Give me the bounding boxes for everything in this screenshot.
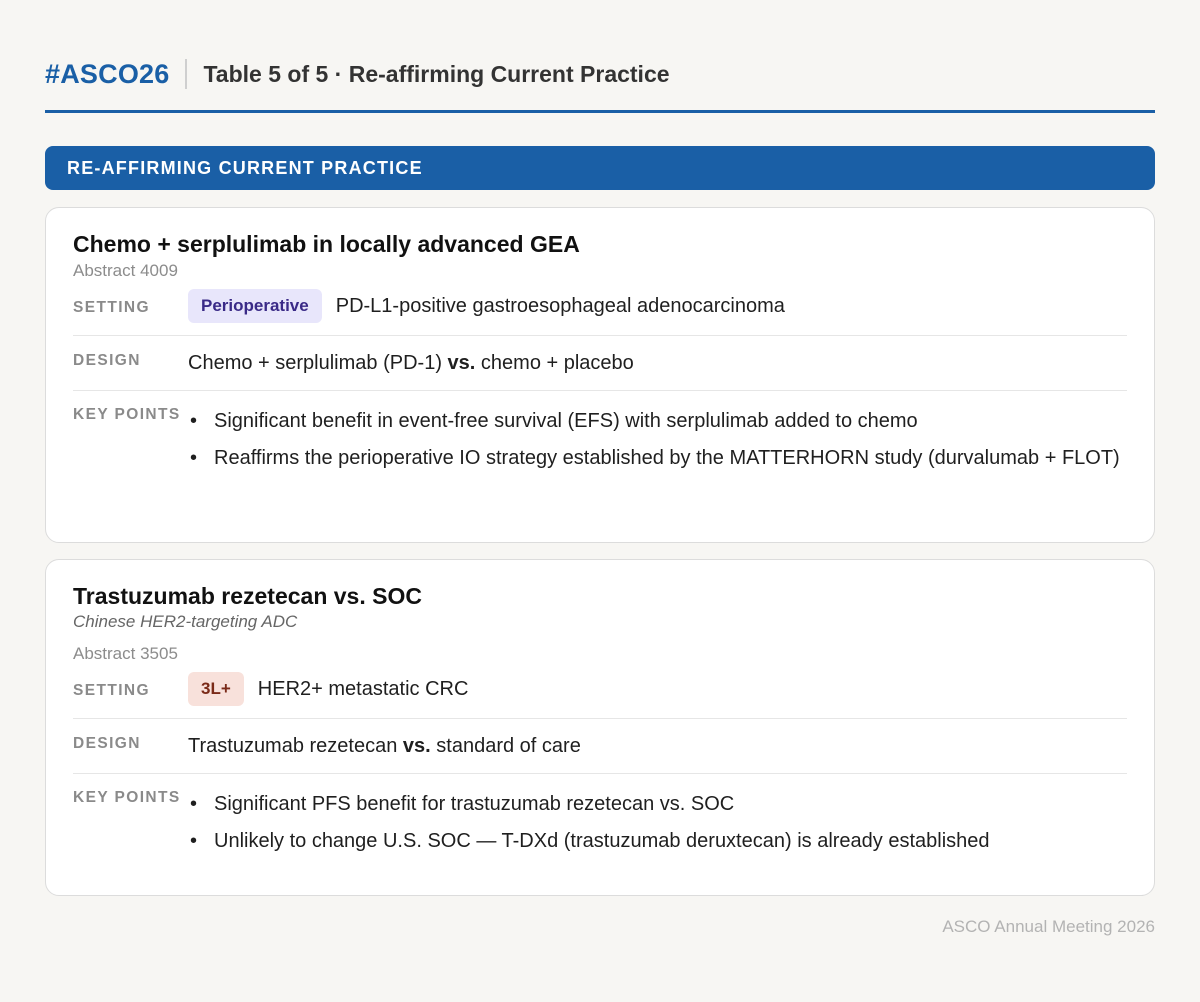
trial-card-trastuzumab-rezetecan: Trastuzumab rezetecan vs. SOC Chinese HE…: [45, 559, 1155, 896]
header-rule: [45, 110, 1155, 113]
trial-card-serplulimab: Chemo + serplulimab in locally advanced …: [45, 207, 1155, 543]
design-label: DESIGN: [73, 735, 141, 752]
design-arm-a: Trastuzumab rezetecan: [188, 735, 398, 757]
abstract-number: Abstract 3505: [73, 644, 178, 663]
abstract-number: Abstract 4009: [73, 261, 178, 280]
key-points-list: Significant benefit in event-free surviv…: [188, 405, 1120, 479]
key-points-row: KEY POINTS Significant PFS benefit for t…: [73, 774, 1127, 862]
design-arm-b: standard of care: [436, 735, 581, 757]
design-text: Chemo + serplulimab (PD-1) vs. chemo + p…: [188, 350, 634, 376]
hashtag-brand: #ASCO26: [45, 58, 170, 89]
design-vs: vs.: [402, 735, 431, 757]
key-point-item: Reaffirms the perioperative IO strategy …: [188, 442, 1120, 474]
key-point-item: Significant benefit in event-free surviv…: [188, 405, 1120, 437]
header-divider: [185, 59, 188, 89]
key-points-label: KEY POINTS: [73, 406, 181, 423]
card-subtitle: Chinese HER2-targeting ADC: [73, 612, 298, 631]
key-points-row: KEY POINTS Significant benefit in event-…: [73, 391, 1127, 479]
setting-badge: Perioperative: [188, 289, 322, 323]
setting-text: PD-L1-positive gastroesophageal adenocar…: [335, 295, 785, 317]
setting-badge: 3L+: [188, 672, 244, 706]
key-point-item: Significant PFS benefit for trastuzumab …: [188, 788, 990, 820]
page-header: #ASCO26 Table 5 of 5 · Re-affirming Curr…: [45, 56, 1155, 92]
design-row: DESIGN Chemo + serplulimab (PD-1) vs. ch…: [73, 336, 1127, 391]
design-vs: vs.: [447, 352, 476, 374]
key-points-label: KEY POINTS: [73, 789, 181, 806]
setting-text: HER2+ metastatic CRC: [257, 678, 469, 700]
setting-row: SETTING 3L+ HER2+ metastatic CRC: [73, 665, 1127, 719]
page-title: Table 5 of 5 · Re-affirming Current Prac…: [203, 60, 670, 87]
design-row: DESIGN Trastuzumab rezetecan vs. standar…: [73, 719, 1127, 774]
design-text: Trastuzumab rezetecan vs. standard of ca…: [188, 733, 581, 759]
key-point-item: Unlikely to change U.S. SOC — T-DXd (tra…: [188, 825, 990, 857]
section-banner: RE-AFFIRMING CURRENT PRACTICE: [45, 146, 1155, 190]
card-title: Chemo + serplulimab in locally advanced …: [73, 231, 580, 257]
design-arm-b: chemo + placebo: [480, 352, 634, 374]
footer-text: ASCO Annual Meeting 2026: [942, 917, 1155, 936]
key-points-list: Significant PFS benefit for trastuzumab …: [188, 788, 990, 862]
design-label: DESIGN: [73, 352, 141, 369]
setting-label: SETTING: [73, 682, 150, 699]
setting-row: SETTING Perioperative PD-L1-positive gas…: [73, 282, 1127, 336]
design-arm-a: Chemo + serplulimab (PD-1): [188, 352, 442, 374]
setting-label: SETTING: [73, 299, 150, 316]
card-title: Trastuzumab rezetecan vs. SOC: [73, 583, 422, 609]
